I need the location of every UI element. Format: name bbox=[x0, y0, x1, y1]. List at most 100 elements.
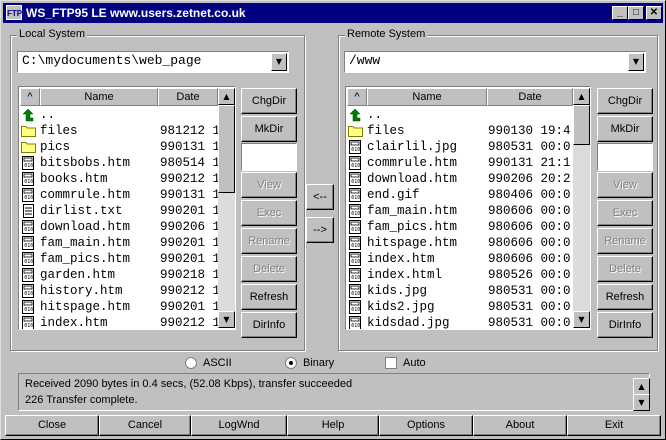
binary-radio[interactable]: Binary bbox=[285, 356, 334, 370]
file-row[interactable]: 010 fam_pics.htm 980606 00:0 bbox=[347, 219, 571, 235]
file-row[interactable]: .. bbox=[20, 107, 220, 123]
exit-button[interactable]: Exit bbox=[567, 415, 661, 436]
local-refresh-button[interactable]: Refresh bbox=[241, 284, 297, 310]
transfer-to-remote-button[interactable]: --> bbox=[306, 217, 334, 243]
logwnd-button[interactable]: LogWnd bbox=[191, 415, 287, 436]
scroll-down-icon[interactable]: ▼ bbox=[573, 311, 590, 328]
file-row[interactable]: pics 990131 1 bbox=[20, 139, 220, 155]
scroll-down-icon[interactable]: ▼ bbox=[218, 311, 235, 328]
svg-text:010: 010 bbox=[351, 291, 360, 297]
options-button[interactable]: Options bbox=[379, 415, 473, 436]
remote-exec-button[interactable]: Exec bbox=[597, 200, 653, 226]
svg-text:010: 010 bbox=[24, 179, 33, 185]
name-column-header[interactable]: Name bbox=[40, 88, 158, 106]
file-row[interactable]: 010 kids.jpg 980531 00:0 bbox=[347, 283, 571, 299]
local-file-list[interactable]: ^ Name Date .. files 981212 1 pics 990131 10… bbox=[18, 86, 236, 330]
file-row[interactable]: 010 clairlil.jpg 980531 00:0 bbox=[347, 139, 571, 155]
remote-vertical-scrollbar[interactable]: ▲ ▼ bbox=[573, 88, 590, 328]
file-row[interactable]: 010 index.htm 980606 00:0 bbox=[347, 251, 571, 267]
file-row[interactable]: 010 end.gif 980406 00:0 bbox=[347, 187, 571, 203]
local-vertical-scrollbar[interactable]: ▲ ▼ bbox=[218, 88, 235, 328]
local-filter-field[interactable] bbox=[241, 143, 297, 171]
chevron-down-icon[interactable]: ▼ bbox=[271, 53, 287, 71]
file-row[interactable]: 010 books.htm 990212 1 bbox=[20, 171, 220, 187]
remote-refresh-button[interactable]: Refresh bbox=[597, 284, 653, 310]
file-row[interactable]: 010 garden.htm 990218 1 bbox=[20, 267, 220, 283]
remote-path-combo[interactable]: /www ▼ bbox=[344, 51, 646, 73]
title-bar[interactable]: FTP WS_FTP95 LE www.users.zetnet.co.uk _… bbox=[3, 3, 663, 23]
file-row[interactable]: 010 fam_main.htm 990201 1 bbox=[20, 235, 220, 251]
local-delete-button[interactable]: Delete bbox=[241, 256, 297, 282]
scroll-up-icon[interactable]: ▲ bbox=[573, 88, 590, 105]
name-column-header[interactable]: Name bbox=[367, 88, 487, 106]
minimize-button[interactable]: _ bbox=[612, 6, 628, 20]
local-exec-button[interactable]: Exec bbox=[241, 200, 297, 226]
date-column-header[interactable]: Date bbox=[158, 88, 218, 106]
binary-radio-circle[interactable] bbox=[285, 357, 297, 370]
file-name: kids.jpg bbox=[367, 284, 428, 298]
svg-text:010: 010 bbox=[24, 227, 33, 233]
ascii-radio-circle[interactable] bbox=[185, 357, 197, 370]
file-row[interactable]: 010 fam_pics.htm 990201 1 bbox=[20, 251, 220, 267]
close-window-button[interactable]: ✕ bbox=[646, 6, 662, 20]
date-column-header[interactable]: Date bbox=[487, 88, 573, 106]
file-row[interactable]: 010 index.htm 990212 1 bbox=[20, 315, 220, 329]
file-row[interactable]: 010 fam_main.htm 980606 00:0 bbox=[347, 203, 571, 219]
local-mkdir-button[interactable]: MkDir bbox=[241, 116, 297, 142]
svg-text:010: 010 bbox=[24, 291, 33, 297]
file-name: hitspage.htm bbox=[40, 300, 131, 314]
file-row[interactable]: 010 hitspage.htm 990201 1 bbox=[20, 299, 220, 315]
remote-mkdir-button[interactable]: MkDir bbox=[597, 116, 653, 142]
help-button[interactable]: Help bbox=[287, 415, 379, 436]
transfer-to-local-button[interactable]: <-- bbox=[306, 184, 334, 210]
scroll-up-icon[interactable]: ▲ bbox=[218, 88, 235, 105]
remote-dirinfo-button[interactable]: DirInfo bbox=[597, 312, 653, 338]
local-path-combo[interactable]: C:\mydocuments\web_page ▼ bbox=[17, 51, 289, 73]
file-row[interactable]: .. bbox=[347, 107, 547, 123]
remote-filter-field[interactable] bbox=[597, 143, 653, 171]
file-row[interactable]: 010 index.html 980526 00:0 bbox=[347, 267, 571, 283]
file-row[interactable]: 010 commrule.htm 990131 1 bbox=[20, 187, 220, 203]
file-row[interactable]: files 990130 19:4 bbox=[347, 123, 571, 139]
file-row[interactable]: 010 download.htm 990206 20:2 bbox=[347, 171, 571, 187]
file-row[interactable]: dirlist.txt 990201 1 bbox=[20, 203, 220, 219]
file-name: download.htm bbox=[40, 220, 131, 234]
file-row[interactable]: 010 commrule.htm 990131 21:1 bbox=[347, 155, 571, 171]
file-row[interactable]: 010 history.htm 990212 1 bbox=[20, 283, 220, 299]
auto-checkbox-box[interactable] bbox=[385, 357, 397, 370]
chevron-down-icon[interactable]: ▼ bbox=[628, 53, 644, 71]
local-chgdir-button[interactable]: ChgDir bbox=[241, 88, 297, 114]
sort-header[interactable]: ^ bbox=[20, 88, 40, 106]
file-name: index.html bbox=[367, 268, 443, 282]
scroll-thumb[interactable] bbox=[218, 105, 235, 193]
remote-delete-button[interactable]: Delete bbox=[597, 256, 653, 282]
file-row[interactable]: files 981212 1 bbox=[20, 123, 220, 139]
local-rename-button[interactable]: Rename bbox=[241, 228, 297, 254]
close-button[interactable]: Close bbox=[5, 415, 99, 436]
file-name: fam_main.htm bbox=[40, 236, 131, 250]
file-row[interactable]: 010 bitsbobs.htm 980514 1 bbox=[20, 155, 220, 171]
log-scroll-down-icon[interactable]: ▼ bbox=[633, 394, 650, 411]
file-row[interactable]: 010 hitspage.htm 980606 00:0 bbox=[347, 235, 571, 251]
remote-view-button[interactable]: View bbox=[597, 172, 653, 198]
maximize-button[interactable]: □ bbox=[628, 6, 644, 20]
cancel-button[interactable]: Cancel bbox=[99, 415, 191, 436]
remote-chgdir-button[interactable]: ChgDir bbox=[597, 88, 653, 114]
file-row[interactable]: 010 download.htm 990206 1 bbox=[20, 219, 220, 235]
about-button[interactable]: About bbox=[473, 415, 567, 436]
local-view-button[interactable]: View bbox=[241, 172, 297, 198]
file-row[interactable]: 010 kidsdad.jpg 980531 00:0 bbox=[347, 315, 571, 329]
local-dirinfo-button[interactable]: DirInfo bbox=[241, 312, 297, 338]
file-row[interactable]: 010 kids2.jpg 980531 00:0 bbox=[347, 299, 571, 315]
file-icon: 010 bbox=[348, 156, 363, 170]
ascii-radio[interactable]: ASCII bbox=[185, 356, 232, 370]
remote-rename-button[interactable]: Rename bbox=[597, 228, 653, 254]
sort-header[interactable]: ^ bbox=[347, 88, 367, 106]
file-icon: 010 bbox=[348, 300, 363, 314]
scroll-thumb[interactable] bbox=[573, 105, 590, 145]
file-name: files bbox=[367, 124, 405, 138]
file-name: fam_pics.htm bbox=[40, 252, 131, 266]
remote-file-list[interactable]: ^ Name Date .. files 990130 19:4 010 clairli… bbox=[345, 86, 591, 330]
auto-checkbox[interactable]: Auto bbox=[385, 356, 426, 370]
log-scroll-up-icon[interactable]: ▲ bbox=[633, 378, 650, 395]
